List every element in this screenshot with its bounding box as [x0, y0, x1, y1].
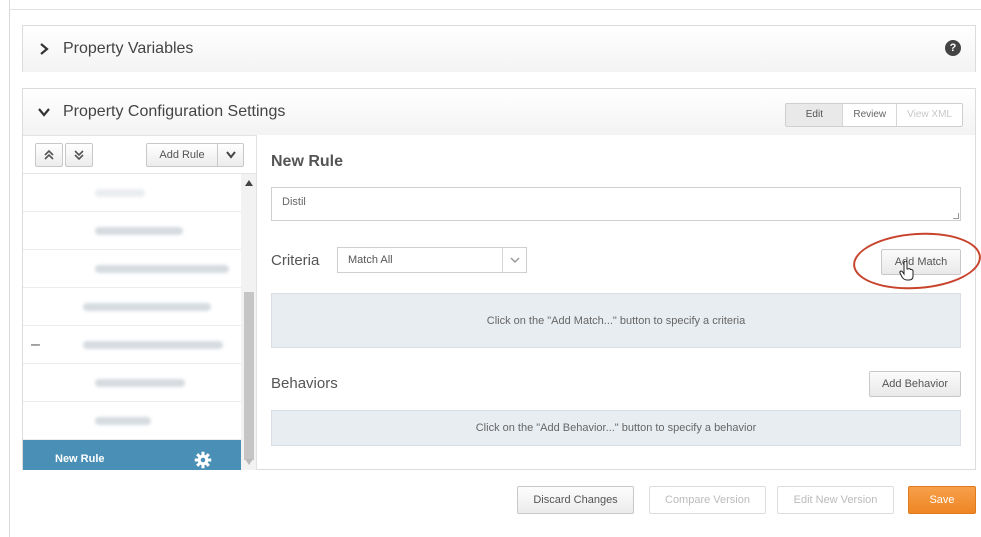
hand-cursor-icon	[899, 261, 914, 281]
rule-heading: New Rule	[271, 153, 344, 170]
edit-new-version-button[interactable]: Edit New Version	[777, 486, 894, 514]
double-chevron-up-icon	[44, 149, 54, 160]
chevron-down-icon	[502, 248, 526, 272]
highlight-circle-annotation	[851, 228, 981, 294]
scroll-up-arrow-icon[interactable]	[245, 180, 253, 186]
add-behavior-button[interactable]: Add Behavior	[869, 371, 961, 397]
page-top-border	[9, 9, 981, 10]
compare-version-button[interactable]: Compare Version	[649, 486, 766, 514]
chevron-right-icon[interactable]	[37, 42, 51, 56]
behaviors-empty-message: Click on the "Add Behavior..." button to…	[271, 410, 961, 446]
criteria-label: Criteria	[271, 252, 320, 269]
criteria-empty-message: Click on the "Add Match..." button to sp…	[271, 293, 961, 348]
tree-item[interactable]	[23, 364, 241, 402]
double-chevron-down-icon	[74, 149, 84, 160]
collapse-all-button[interactable]	[35, 142, 63, 167]
expand-all-button[interactable]	[65, 142, 93, 167]
page-left-border	[9, 0, 10, 537]
rule-tree: Add Rule – New Rule	[23, 135, 257, 470]
property-variables-header[interactable]: Property Variables	[23, 26, 975, 72]
scroll-down-arrow-icon[interactable]	[245, 459, 253, 465]
tree-scrollbar[interactable]	[241, 174, 256, 470]
rule-tree-toolbar: Add Rule	[23, 136, 256, 174]
rule-name-input[interactable]: Distil	[271, 187, 961, 221]
discard-changes-button[interactable]: Discard Changes	[517, 486, 634, 514]
tree-item[interactable]	[23, 250, 241, 288]
tree-item[interactable]	[23, 402, 241, 440]
tree-item[interactable]: –	[23, 326, 241, 364]
gear-icon[interactable]	[194, 451, 212, 469]
property-config-title: Property Configuration Settings	[63, 103, 286, 120]
criteria-select-value: Match All	[348, 254, 393, 266]
tree-item[interactable]	[23, 288, 241, 326]
property-variables-title: Property Variables	[63, 40, 194, 57]
save-button[interactable]: Save	[908, 486, 976, 514]
mode-view-xml-button[interactable]: View XML	[896, 104, 962, 126]
tree-item-selected[interactable]: New Rule	[23, 440, 241, 470]
add-rule-button[interactable]: Add Rule	[146, 142, 218, 167]
rule-tree-list: – New Rule	[23, 174, 241, 470]
selected-rule-label: New Rule	[55, 453, 105, 465]
resize-handle-icon[interactable]	[953, 213, 959, 219]
behaviors-label: Behaviors	[271, 375, 338, 392]
property-variables-panel: Property Variables ?	[22, 25, 976, 72]
minus-icon[interactable]: –	[31, 336, 40, 354]
add-rule-dropdown-button[interactable]	[218, 142, 244, 167]
chevron-down-icon[interactable]	[37, 105, 51, 119]
mode-edit-button[interactable]: Edit	[786, 104, 843, 126]
tree-item[interactable]	[23, 212, 241, 250]
chevron-down-icon	[225, 150, 236, 159]
help-icon[interactable]: ?	[945, 40, 961, 56]
property-config-panel: Property Configuration Settings Edit Rev…	[22, 88, 981, 470]
criteria-match-select[interactable]: Match All	[337, 247, 527, 273]
mode-review-button[interactable]: Review	[842, 104, 897, 126]
tree-item[interactable]	[23, 174, 241, 212]
view-mode-toggle: Edit Review View XML	[785, 103, 963, 127]
scrollbar-thumb[interactable]	[244, 292, 254, 460]
